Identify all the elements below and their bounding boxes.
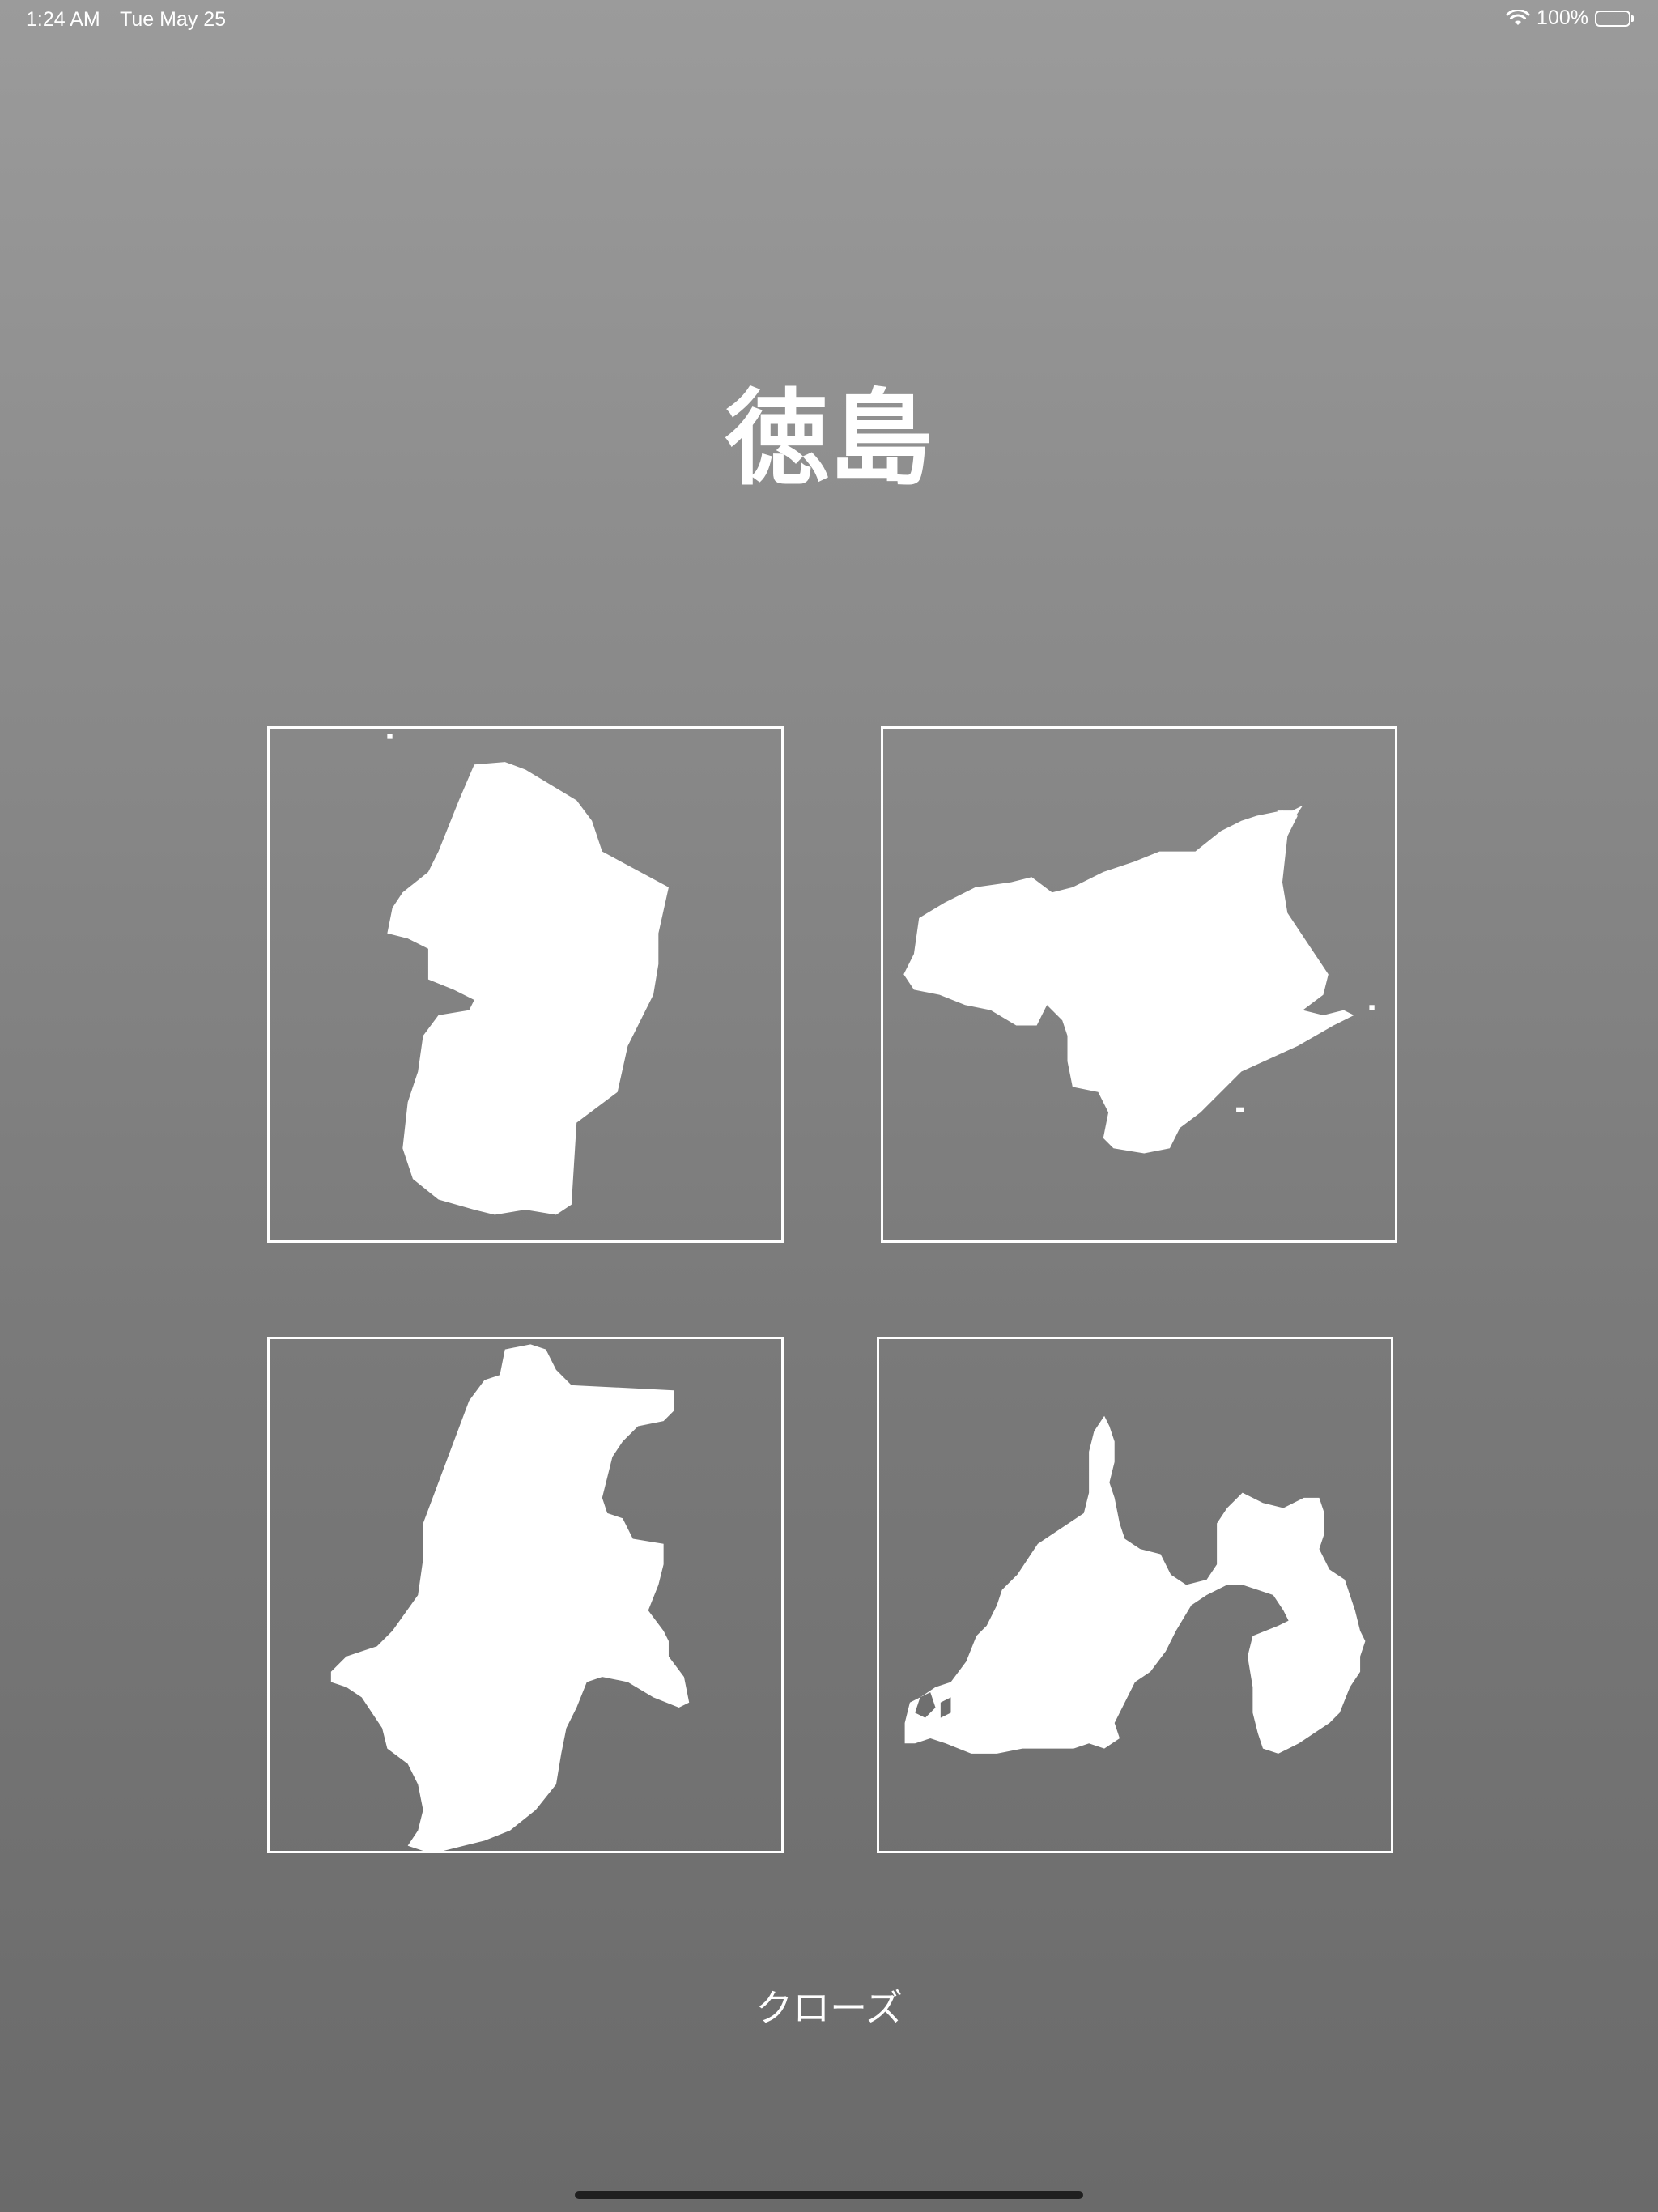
status-right: 100% bbox=[1506, 6, 1634, 30]
answer-choice-1[interactable] bbox=[267, 726, 784, 1243]
wifi-icon bbox=[1506, 9, 1530, 28]
status-time: 1:24 AM bbox=[26, 8, 100, 31]
home-indicator[interactable] bbox=[575, 2191, 1083, 2199]
answer-choice-3[interactable] bbox=[267, 1337, 784, 1853]
status-bar: 1:24 AM Tue May 25 100% bbox=[0, 0, 1658, 39]
answer-choice-2[interactable] bbox=[881, 726, 1397, 1243]
status-date: Tue May 25 bbox=[120, 8, 227, 31]
prefecture-silhouette-icon bbox=[904, 1415, 1366, 1754]
battery-icon bbox=[1595, 10, 1634, 27]
close-button[interactable]: クローズ bbox=[667, 1976, 991, 2040]
answer-choice-4[interactable] bbox=[877, 1337, 1393, 1853]
prefecture-silhouette-icon bbox=[387, 734, 669, 1215]
prefecture-silhouette-icon bbox=[330, 1344, 690, 1851]
prefecture-silhouette-icon bbox=[903, 805, 1375, 1154]
battery-percent: 100% bbox=[1537, 6, 1588, 29]
prefecture-question-title: 徳島 bbox=[725, 379, 933, 500]
